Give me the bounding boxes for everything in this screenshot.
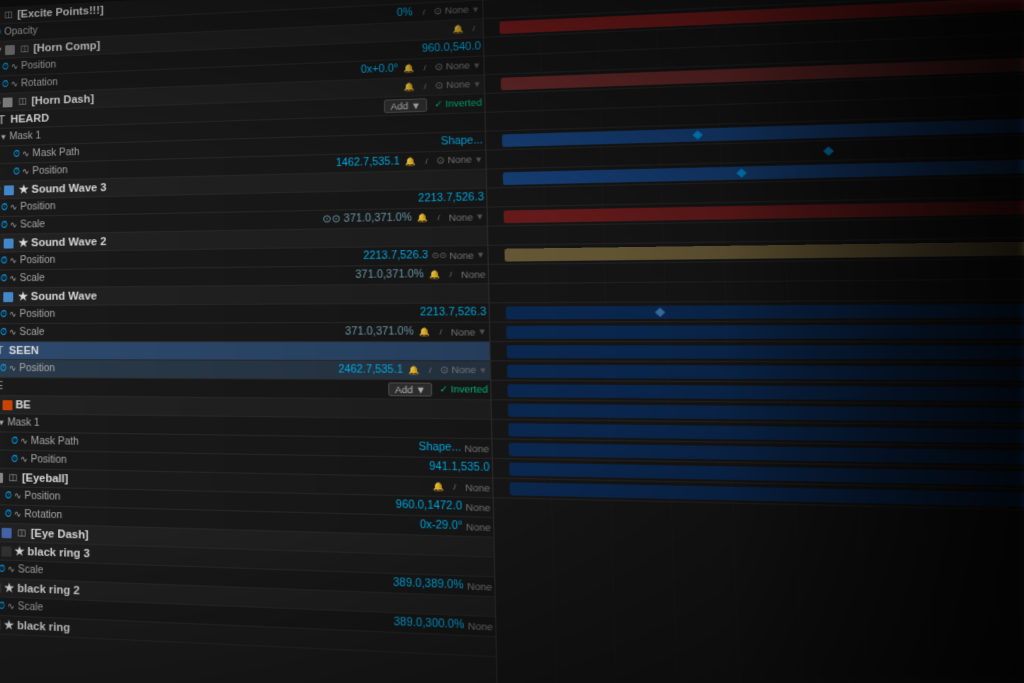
- expand-icon: ▼: [0, 292, 1, 301]
- curve-icon: ∿: [9, 273, 17, 284]
- prop-value: 371.0,371.0%: [355, 269, 424, 281]
- prop-name: Scale: [19, 326, 340, 338]
- timeline-track: [490, 342, 1024, 364]
- prop-value: 371.0,371.0%: [345, 326, 414, 338]
- prop-name: BE: [0, 381, 385, 395]
- prop-icons: 🔔 /: [407, 364, 437, 377]
- track-bar: [507, 365, 1024, 382]
- layer-type-icon: T: [0, 113, 9, 127]
- screen-container: ▶ ◫ [Excite Points!!!] 🔔 / None ▼ ⏱ Opac…: [0, 0, 1024, 683]
- curve-icon: ∿: [9, 327, 17, 338]
- expand-icon: ▼: [0, 239, 2, 248]
- layer-type-icon: T: [0, 343, 7, 357]
- stopwatch-icon: ⏱: [0, 273, 7, 284]
- after-effects-panel: ▶ ◫ [Excite Points!!!] 🔔 / None ▼ ⏱ Opac…: [0, 0, 1024, 683]
- stopwatch-icon: ⏱: [0, 327, 7, 338]
- stopwatch-icon: ⏱: [13, 149, 20, 160]
- none-label: None: [451, 326, 476, 337]
- prop-value: 2213.7,526.3: [420, 307, 486, 319]
- property-row-selected[interactable]: ⏱ ∿ Position 2462.7,535.1 🔔 / ⊙ None ▼: [0, 360, 490, 381]
- layer-name: SEEN: [9, 345, 487, 358]
- dropdown-icon: ▼: [478, 366, 487, 376]
- layer-row-selected[interactable]: 13 T SEEN: [0, 342, 490, 361]
- none-label: ⊙ None: [440, 364, 476, 376]
- expand-icon: ▼: [0, 133, 7, 142]
- track-bar: [506, 302, 1024, 319]
- curve-icon: ∿: [9, 309, 17, 320]
- stopwatch-icon: ⏱: [0, 309, 7, 320]
- inverted-label: ✓ Inverted: [439, 384, 488, 396]
- prop-name: Position: [19, 363, 334, 376]
- stopwatch-icon: ⏱: [2, 79, 9, 90]
- property-row[interactable]: ⏱ ∿ Scale 371.0,371.0% 🔔 / None ▼: [0, 323, 489, 342]
- dropdown-icon: ▼: [478, 327, 487, 337]
- stopwatch-icon: ⏱: [1, 220, 8, 231]
- layers-panel: ▶ ◫ [Excite Points!!!] 🔔 / None ▼ ⏱ Opac…: [0, 0, 498, 683]
- stopwatch-icon: ⏱: [0, 363, 7, 374]
- stopwatch-icon: ⏱: [1, 255, 8, 266]
- none-label: None: [461, 269, 486, 280]
- prop-icons: 🔔 /: [418, 325, 448, 338]
- track-bar: [506, 324, 1024, 339]
- stopwatch-icon: ⏱: [1, 202, 8, 213]
- layer-color: [4, 238, 14, 248]
- layer-color: [3, 292, 13, 302]
- timeline-panel: [483, 0, 1024, 683]
- expand-icon: ▼: [0, 186, 2, 195]
- track-bar: [507, 345, 1024, 360]
- curve-icon: ∿: [9, 255, 17, 266]
- add-button[interactable]: Add ▼: [388, 382, 433, 396]
- prop-name: Position: [20, 307, 416, 320]
- timeline-track: [490, 320, 1024, 342]
- curve-icon: ∿: [9, 363, 17, 374]
- stopwatch-icon: ⏱: [13, 167, 20, 178]
- prop-value: 2462.7,535.1: [338, 364, 403, 376]
